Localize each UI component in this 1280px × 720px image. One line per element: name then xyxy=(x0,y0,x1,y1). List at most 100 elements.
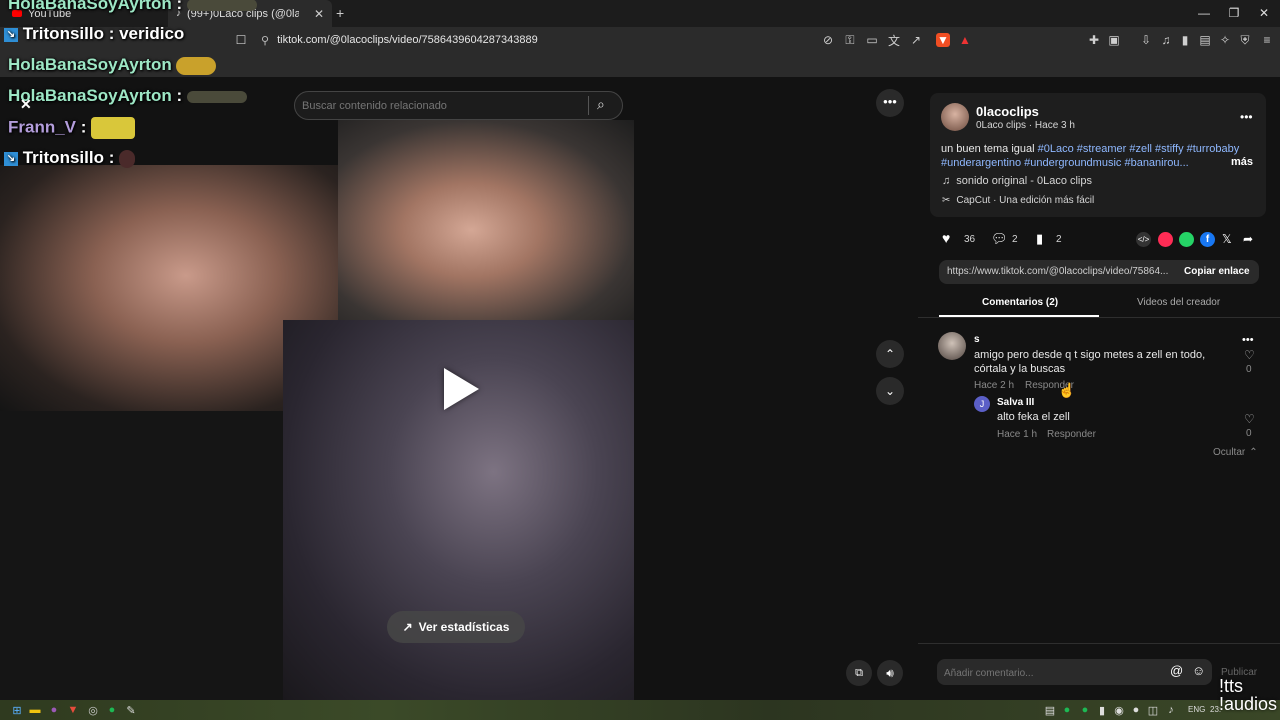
chat-message: HolaBanaSoyAyrton : xyxy=(8,86,247,106)
close-overlay-icon[interactable]: ✕ xyxy=(20,96,32,113)
embed-icon[interactable]: </> xyxy=(1136,232,1151,247)
pip-icon[interactable]: ⧉ xyxy=(846,660,872,686)
comment-count: 2 xyxy=(1012,234,1018,245)
add-comment-input[interactable] xyxy=(942,662,1161,684)
share-icon[interactable]: ↗ xyxy=(909,33,923,47)
search-icon[interactable]: ⌕ xyxy=(597,96,605,113)
comment-icon[interactable]: 💬︎ xyxy=(991,231,1008,247)
share-arrow-icon[interactable]: ➦ xyxy=(1243,232,1253,246)
hashtags[interactable]: #underargentino #undergroundmusic #banan… xyxy=(941,157,1189,169)
hide-replies-button[interactable]: Ocultar ⌃ xyxy=(1213,447,1258,458)
chat-message: Frann_V : xyxy=(8,117,136,139)
chat-sep: : xyxy=(76,117,87,137)
tab-comments[interactable]: Comentarios (2) xyxy=(982,297,1058,308)
previous-video-button[interactable]: ⌃ xyxy=(876,340,904,368)
comment-time: Hace 2 h xyxy=(974,380,1015,391)
hashtags[interactable]: #0Laco #streamer #zell #stiffy #turrobab… xyxy=(1038,143,1240,155)
emote-icon xyxy=(91,117,136,139)
send-to-friend-icon[interactable] xyxy=(1158,232,1173,247)
post-more-icon[interactable]: ••• xyxy=(1240,110,1253,124)
file-explorer-icon[interactable]: ▬ xyxy=(28,703,42,717)
extensions-icon[interactable]: ✚ xyxy=(1087,33,1101,47)
tray-network-icon[interactable]: ◫ xyxy=(1146,703,1160,717)
obs-icon[interactable]: ◎ xyxy=(86,703,100,717)
reply-time: Hace 1 h xyxy=(997,429,1038,440)
tray-discord-icon[interactable]: ● xyxy=(1129,703,1143,717)
discord-icon[interactable]: ● xyxy=(47,703,61,717)
site-info-icon[interactable]: ⚲ xyxy=(261,34,269,47)
tray-mic-icon[interactable]: ▮ xyxy=(1095,703,1109,717)
downloads-icon[interactable]: ⇩ xyxy=(1139,33,1153,47)
tray-icon[interactable]: ▤ xyxy=(1043,703,1057,717)
reply-like-icon[interactable]: ♡ xyxy=(1244,412,1255,426)
tab-search-icon[interactable]: ▣ xyxy=(1107,33,1121,47)
app-icon[interactable]: ✎ xyxy=(124,703,138,717)
reply-avatar[interactable]: J xyxy=(974,396,990,412)
tray-app-icon[interactable]: ● xyxy=(1078,703,1092,717)
mention-icon[interactable]: @ xyxy=(1170,663,1183,678)
capcut-link[interactable]: ✂ CapCut · Una edición más fácil xyxy=(942,195,1094,206)
view-stats-label: Ver estadísticas xyxy=(418,620,510,634)
commenter-avatar[interactable] xyxy=(938,332,966,360)
tracking-off-icon[interactable]: ⊘ xyxy=(821,33,835,47)
cast-icon[interactable]: ▭ xyxy=(865,33,879,47)
stream-overlay-commands: !tts !audios xyxy=(1219,677,1277,713)
more-options-icon[interactable]: ••• xyxy=(876,89,904,117)
brave-rewards-icon[interactable]: ▲ xyxy=(958,33,972,47)
chat-sep: : xyxy=(103,24,115,43)
author-username[interactable]: 0lacoclips xyxy=(976,104,1039,119)
start-icon[interactable]: ⊞ xyxy=(10,703,24,717)
vpn-icon[interactable]: ⛨ xyxy=(1238,33,1252,47)
password-key-icon[interactable]: ⚿ xyxy=(843,33,857,47)
leo-ai-icon[interactable]: ✧ xyxy=(1218,33,1232,47)
brave-shields-icon[interactable]: ▼ xyxy=(936,33,950,47)
reply-username[interactable]: Salva III xyxy=(997,397,1034,408)
language-indicator[interactable]: ENG xyxy=(1188,705,1205,714)
bookmark-save-icon[interactable]: ▮ xyxy=(1036,231,1043,247)
comment-username[interactable]: s xyxy=(974,334,980,345)
chat-user: HolaBanaSoyAyrton xyxy=(8,55,172,74)
tray-spotify-icon[interactable]: ● xyxy=(1060,703,1074,717)
video-black-area xyxy=(0,411,283,700)
restore-button[interactable]: ❐ xyxy=(1224,6,1244,20)
menu-icon[interactable]: ≡ xyxy=(1260,33,1274,47)
wallet-icon[interactable]: ▤ xyxy=(1198,33,1212,47)
reply-like-count: 0 xyxy=(1246,428,1252,439)
facebook-icon[interactable]: f xyxy=(1200,232,1215,247)
chat-message: ↘ Tritonsillo : veridico xyxy=(4,24,184,44)
tray-volume-icon[interactable]: ♪ xyxy=(1164,703,1178,717)
spotify-icon[interactable]: ● xyxy=(105,703,119,717)
sidebar-icon[interactable]: ▮ xyxy=(1178,33,1192,47)
x-icon[interactable]: 𝕏 xyxy=(1222,232,1232,246)
copy-link-button[interactable]: Copiar enlace xyxy=(1184,266,1250,277)
close-window-button[interactable]: ✕ xyxy=(1254,6,1274,20)
bookmark-icon[interactable]: ☐ xyxy=(234,33,248,47)
volume-icon[interactable]: 🔊︎ xyxy=(877,660,903,686)
media-icon[interactable]: ♫ xyxy=(1159,33,1173,47)
related-search-input[interactable] xyxy=(300,94,584,118)
save-count: 2 xyxy=(1056,234,1062,245)
tab-creator-videos[interactable]: Videos del creador xyxy=(1137,297,1220,308)
whatsapp-icon[interactable] xyxy=(1179,232,1194,247)
tray-steam-icon[interactable]: ◉ xyxy=(1112,703,1126,717)
new-tab-button[interactable]: + xyxy=(336,5,344,21)
comment-text: amigo pero desde q t sigo metes a zell e… xyxy=(974,348,1205,376)
next-video-button[interactable]: ⌄ xyxy=(876,377,904,405)
caption-more-link[interactable]: más xyxy=(1231,156,1253,168)
chat-user: Tritonsillo xyxy=(22,148,104,167)
minimize-button[interactable]: — xyxy=(1194,6,1214,20)
emoji-icon[interactable]: ☺ xyxy=(1192,663,1205,678)
comment-like-icon[interactable]: ♡ xyxy=(1244,348,1255,362)
author-avatar[interactable] xyxy=(941,103,969,131)
play-icon[interactable] xyxy=(444,368,479,410)
reply-to-reply-button[interactable]: Responder xyxy=(1047,429,1096,440)
comment-more-icon[interactable]: ••• xyxy=(1242,334,1254,346)
brave-icon[interactable]: ▼ xyxy=(66,703,80,717)
sound-link[interactable]: ♫ sonido original - 0Laco clips xyxy=(942,175,1092,187)
tab-close-icon[interactable]: ✕ xyxy=(314,7,324,21)
like-icon[interactable]: ♥ xyxy=(942,230,950,246)
translate-icon[interactable]: 文 xyxy=(887,33,901,48)
tabs-divider xyxy=(918,317,1280,318)
view-stats-button[interactable]: ↗ Ver estadísticas xyxy=(387,611,525,643)
comment-like-count: 0 xyxy=(1246,364,1252,375)
